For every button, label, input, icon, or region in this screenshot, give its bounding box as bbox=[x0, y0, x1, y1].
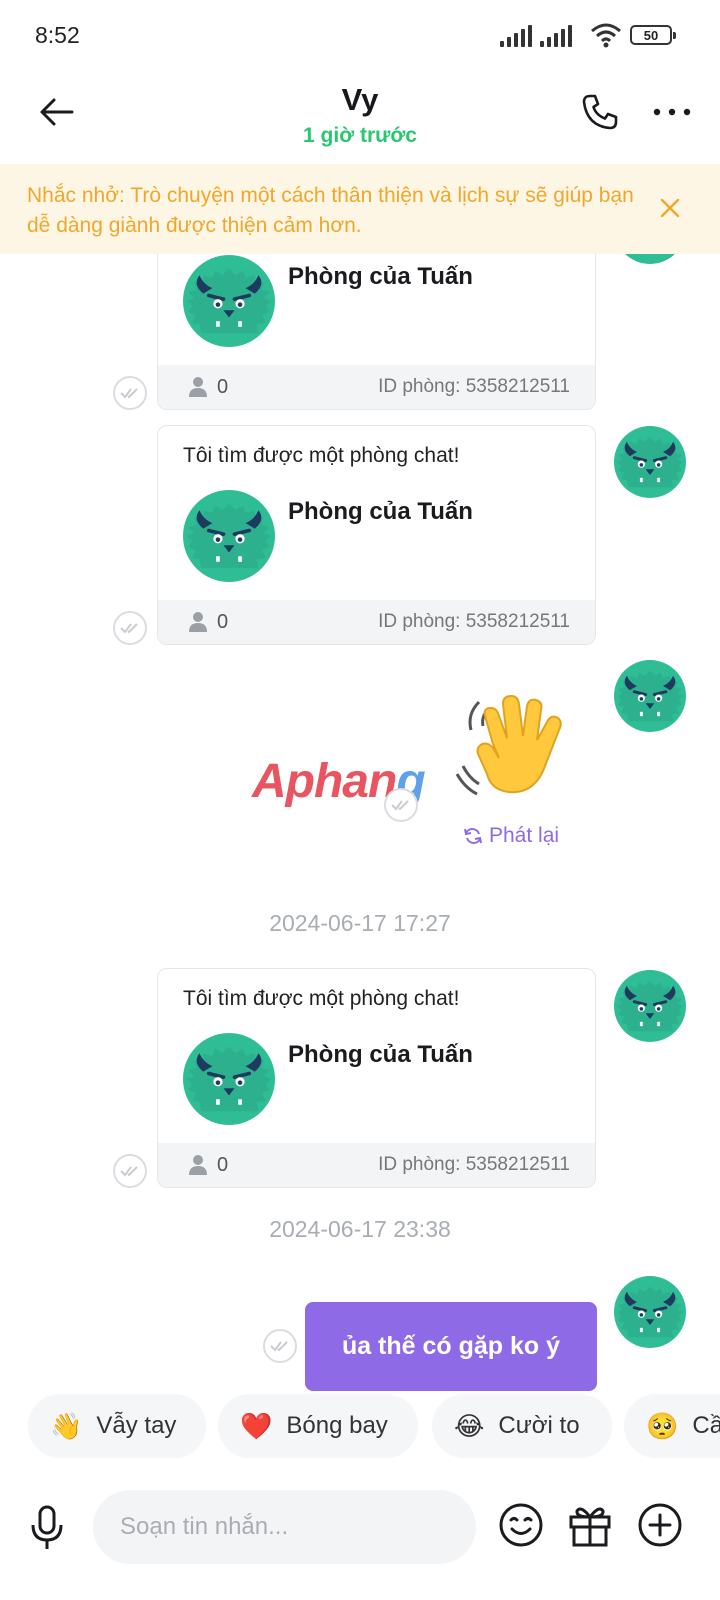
member-count: 0 bbox=[217, 376, 229, 398]
emoji-button[interactable] bbox=[496, 1500, 546, 1550]
call-button[interactable] bbox=[578, 90, 622, 134]
signal-icon bbox=[500, 25, 532, 47]
heart-icon: ❤️ bbox=[240, 1410, 273, 1441]
member-count: 0 bbox=[217, 611, 229, 633]
quick-reaction-label: Vẫy tay bbox=[96, 1412, 177, 1439]
room-card-message: Tôi tìm được một phòng chat! bbox=[183, 444, 460, 467]
read-receipt-icon bbox=[384, 788, 418, 822]
add-button[interactable] bbox=[635, 1500, 685, 1550]
laughing-face-icon: 😂 bbox=[454, 1410, 485, 1441]
more-button[interactable] bbox=[650, 90, 694, 134]
replay-button[interactable]: Phát lại bbox=[463, 824, 559, 848]
reminder-text: Nhắc nhở: Trò chuyện một cách thân thiện… bbox=[27, 184, 634, 237]
battery-icon: 50 bbox=[630, 25, 676, 45]
room-name: Phòng của Tuấn bbox=[288, 1041, 473, 1068]
room-name: Phòng của Tuấn bbox=[288, 498, 473, 525]
room-card-footer: 0 ID phòng: 5358212511 bbox=[158, 600, 595, 644]
wifi-icon bbox=[591, 23, 621, 48]
status-bar: 8:52 50 bbox=[0, 0, 720, 72]
gift-button[interactable] bbox=[565, 1500, 615, 1550]
room-card-message: Tôi tìm được một phòng chat! bbox=[183, 987, 460, 1010]
read-receipt-icon bbox=[113, 611, 147, 645]
read-receipt-icon bbox=[263, 1329, 297, 1363]
quick-reaction-balloon[interactable]: ❤️ Bóng bay bbox=[218, 1394, 418, 1458]
room-card[interactable]: Tôi tìm được một phòng chat! Phòng của T… bbox=[157, 425, 596, 645]
quick-reaction-wave[interactable]: 👋 Vẫy tay bbox=[28, 1394, 206, 1458]
replay-label: Phát lại bbox=[489, 824, 560, 847]
status-time: 8:52 bbox=[35, 22, 80, 48]
room-avatar bbox=[183, 490, 275, 582]
room-card-footer: 0 ID phòng: 5358212511 bbox=[158, 1143, 595, 1187]
quick-reaction-label: Cầ bbox=[692, 1412, 720, 1439]
waving-hand-sticker[interactable] bbox=[455, 686, 575, 806]
user-icon bbox=[189, 377, 207, 397]
sender-avatar[interactable] bbox=[614, 970, 686, 1042]
battery-level: 50 bbox=[643, 27, 659, 43]
close-icon bbox=[660, 198, 680, 218]
more-dots-icon bbox=[653, 108, 691, 116]
smiley-icon bbox=[499, 1503, 543, 1547]
read-receipt-icon bbox=[113, 376, 147, 410]
waving-hand-icon: 👋 bbox=[50, 1410, 83, 1441]
quick-reactions-bar[interactable]: 👋 Vẫy tay ❤️ Bóng bay 😂 Cười to 🥺 Cầ bbox=[0, 1394, 720, 1466]
room-name: Phòng của Tuấn bbox=[288, 263, 473, 290]
reminder-banner: Nhắc nhở: Trò chuyện một cách thân thiện… bbox=[0, 164, 720, 254]
plus-circle-icon bbox=[638, 1503, 682, 1547]
composer-bar bbox=[0, 1476, 720, 1586]
gift-icon bbox=[569, 1507, 611, 1547]
quick-reaction-label: Cười to bbox=[498, 1412, 580, 1439]
read-receipt-icon bbox=[113, 1154, 147, 1188]
quick-reaction-label: Bóng bay bbox=[286, 1412, 388, 1439]
chat-area[interactable]: Phòng của Tuấn 0 ID phòng: 5358212511 Tô… bbox=[0, 254, 720, 1394]
message-bubble[interactable]: ủa thế có gặp ko ý bbox=[305, 1302, 597, 1391]
microphone-icon bbox=[31, 1505, 63, 1549]
replay-icon bbox=[464, 828, 482, 844]
sender-avatar[interactable] bbox=[614, 660, 686, 732]
pleading-face-icon: 🥺 bbox=[646, 1410, 679, 1441]
room-card-footer: 0 ID phòng: 5358212511 bbox=[158, 365, 595, 409]
message-timestamp: 2024-06-17 23:38 bbox=[269, 1216, 451, 1242]
room-id: ID phòng: 5358212511 bbox=[378, 1154, 570, 1175]
sender-avatar[interactable] bbox=[614, 426, 686, 498]
chat-header: Vy 1 giờ trước bbox=[0, 72, 720, 164]
sender-avatar[interactable] bbox=[614, 254, 686, 264]
room-card[interactable]: Tôi tìm được một phòng chat! Phòng của T… bbox=[157, 968, 596, 1188]
message-text: ủa thế có gặp ko ý bbox=[341, 1332, 561, 1360]
signal-icon-2 bbox=[540, 25, 572, 47]
room-avatar bbox=[183, 1033, 275, 1125]
room-id: ID phòng: 5358212511 bbox=[378, 611, 570, 632]
quick-reaction-plead[interactable]: 🥺 Cầ bbox=[624, 1394, 720, 1458]
phone-icon bbox=[582, 94, 618, 130]
user-icon bbox=[189, 612, 207, 632]
message-input[interactable] bbox=[93, 1490, 476, 1564]
user-icon bbox=[189, 1155, 207, 1175]
room-card[interactable]: Phòng của Tuấn 0 ID phòng: 5358212511 bbox=[157, 254, 596, 410]
room-id: ID phòng: 5358212511 bbox=[378, 376, 570, 397]
message-timestamp: 2024-06-17 17:27 bbox=[269, 910, 451, 936]
reminder-close-button[interactable] bbox=[652, 190, 688, 226]
sender-avatar[interactable] bbox=[614, 1276, 686, 1348]
room-avatar bbox=[183, 255, 275, 347]
voice-button[interactable] bbox=[22, 1498, 72, 1558]
member-count: 0 bbox=[217, 1154, 229, 1176]
quick-reaction-laugh[interactable]: 😂 Cười to bbox=[432, 1394, 612, 1458]
